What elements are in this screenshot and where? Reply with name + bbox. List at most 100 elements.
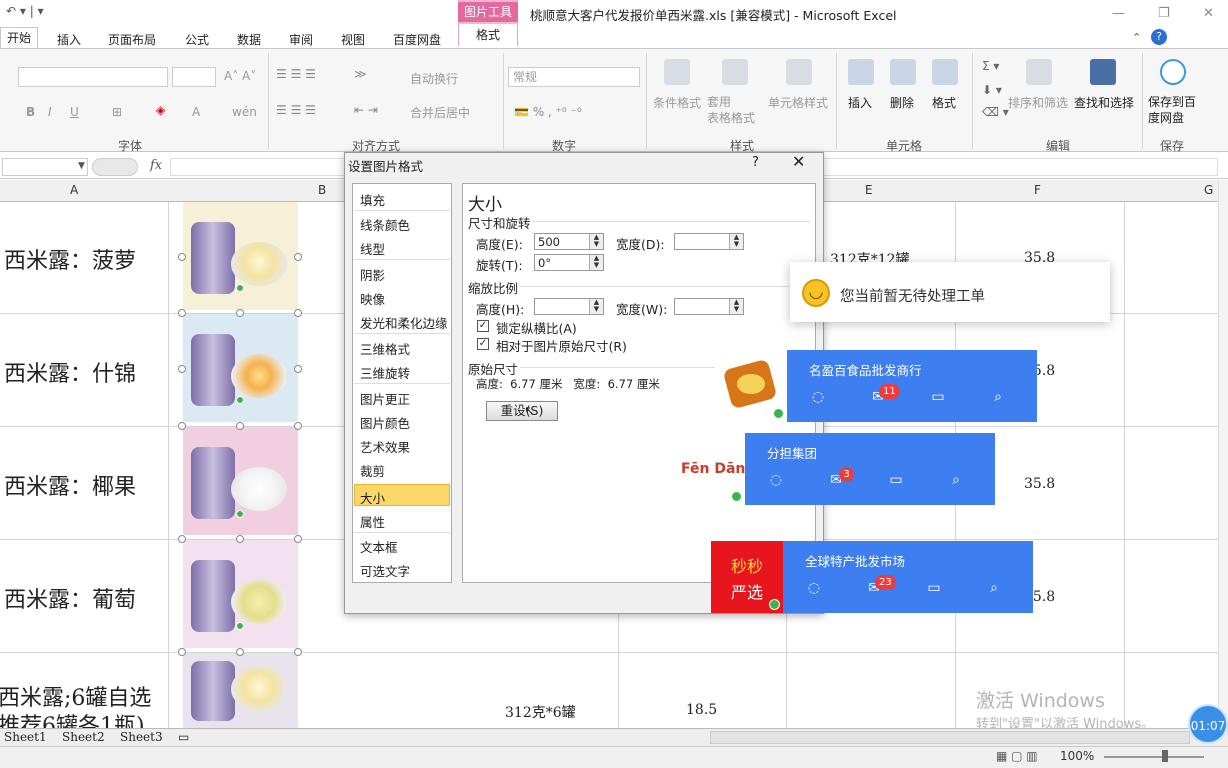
phonetic-icon[interactable]: wén xyxy=(232,105,257,119)
tab-insert[interactable]: 插入 xyxy=(57,31,81,48)
number-format-box[interactable]: 常规 xyxy=(508,67,640,87)
cell-c-row5[interactable]: 312克*6罐 xyxy=(505,702,576,722)
align-top-icon[interactable]: ☰ ☰ ☰ xyxy=(276,67,316,81)
tab-baidu[interactable]: 百度网盘 xyxy=(393,31,441,48)
merge-center-button[interactable]: 合并后居中 xyxy=(410,104,470,121)
autosum-icon[interactable]: Σ ▾ xyxy=(982,59,999,73)
currency-icon[interactable]: 💳 % , ⁺⁰ ⁻⁰ xyxy=(514,105,582,119)
font-name-box[interactable] xyxy=(18,67,168,87)
shop-card-3[interactable]: 秒秒 严选 全球特产批发市场 ◌ ✉ 23 ▭ ⌕ xyxy=(711,541,1033,613)
height-input[interactable]: 500 ▲ ▼ xyxy=(534,233,604,250)
category-3d-format[interactable]: 三维格式 xyxy=(360,339,410,358)
wrap-text-button[interactable]: 自动换行 xyxy=(410,70,458,87)
sheet-tab-2[interactable]: Sheet2 xyxy=(62,730,105,744)
bold-icon[interactable]: B xyxy=(26,105,35,119)
name-box[interactable] xyxy=(2,158,88,176)
dialog-close-icon[interactable]: ✕ xyxy=(792,152,805,171)
col-f-header[interactable]: F xyxy=(1034,183,1041,197)
conditional-format-button[interactable]: 条件格式 xyxy=(653,94,701,111)
col-e-header[interactable]: E xyxy=(865,183,873,197)
product-image-mixed[interactable] xyxy=(183,314,298,422)
save-baidu-button[interactable]: 保存到百 度网盘 xyxy=(1148,94,1196,126)
cell-a-row1[interactable]: 西米露：菠萝 xyxy=(4,243,136,275)
lock-ratio-checkbox[interactable]: ✓ xyxy=(477,320,489,332)
table-format-button[interactable]: 套用 表格格式 xyxy=(707,94,755,126)
col-a-header[interactable]: A xyxy=(70,183,78,197)
underline-icon[interactable]: U xyxy=(70,105,79,119)
store-icon[interactable]: ▭ xyxy=(887,471,905,489)
product-image-pineapple[interactable] xyxy=(183,202,298,310)
help-icon[interactable]: ? xyxy=(1151,29,1167,45)
category-crop[interactable]: 裁剪 xyxy=(360,461,385,480)
rotate-input[interactable]: 0° ▲ ▼ xyxy=(534,254,604,271)
italic-icon[interactable]: I xyxy=(48,105,52,119)
restore-icon[interactable]: ❐ xyxy=(1158,6,1170,21)
category-size[interactable]: 大小 xyxy=(360,488,385,507)
tab-review[interactable]: 审阅 xyxy=(289,31,313,48)
fx-icon[interactable]: fx xyxy=(150,158,162,173)
cell-a-row3[interactable]: 西米露：椰果 xyxy=(4,469,136,501)
relative-original-checkbox[interactable]: ✓ xyxy=(477,338,489,350)
indent-icon[interactable]: ⇤ ⇥ xyxy=(354,103,378,117)
formula-toggle[interactable] xyxy=(92,158,138,176)
insert-cells-button[interactable]: 插入 xyxy=(848,94,872,111)
tab-view[interactable]: 视图 xyxy=(341,31,365,48)
sheet-tab-3[interactable]: Sheet3 xyxy=(120,730,163,744)
cell-f-row3[interactable]: 35.8 xyxy=(1024,476,1055,492)
reset-button[interactable]: 重设(S) xyxy=(486,401,558,421)
horizontal-scrollbar[interactable] xyxy=(710,731,1190,744)
store-icon[interactable]: ▭ xyxy=(929,388,947,406)
category-glow[interactable]: 发光和柔化边缘 xyxy=(360,313,448,332)
format-cells-button[interactable]: 格式 xyxy=(932,94,956,111)
category-text-box[interactable]: 文本框 xyxy=(360,537,398,556)
sort-filter-button[interactable]: 排序和筛选 xyxy=(1008,94,1068,111)
store-icon[interactable]: ▭ xyxy=(925,579,943,597)
category-picture-color[interactable]: 图片颜色 xyxy=(360,413,410,432)
name-box-dropdown-icon[interactable]: ▼ xyxy=(78,161,85,171)
zoom-thumb[interactable] xyxy=(1162,750,1168,762)
orientation-icon[interactable]: ≫ xyxy=(354,67,367,81)
category-3d-rotation[interactable]: 三维旋转 xyxy=(360,363,410,382)
ribbon-collapse-icon[interactable]: ⌃ xyxy=(1132,31,1141,44)
shop-card-2[interactable]: Fēn Dān 分担集团 ◌ ✉ 3 ▭ ⌕ xyxy=(673,433,995,505)
vertical-scrollbar[interactable] xyxy=(1218,180,1228,728)
zoom-level[interactable]: 100% xyxy=(1060,749,1094,763)
tab-home[interactable]: 开始 xyxy=(0,27,38,48)
clear-icon[interactable]: ⌫ ▾ xyxy=(982,105,1009,119)
new-sheet-icon[interactable]: ▭ xyxy=(178,730,189,744)
scale-height-input[interactable]: ▲ ▼ xyxy=(534,298,604,315)
border-icon[interactable]: ⊞ xyxy=(112,105,122,119)
font-size-box[interactable] xyxy=(172,67,216,87)
tab-page-layout[interactable]: 页面布局 xyxy=(108,31,156,48)
fill-color-icon[interactable]: ◈ xyxy=(156,103,165,117)
delete-cells-button[interactable]: 删除 xyxy=(890,94,914,111)
category-picture-corrections[interactable]: 图片更正 xyxy=(360,389,410,408)
font-color-icon[interactable]: A xyxy=(192,105,200,119)
cell-d-row5[interactable]: 18.5 xyxy=(686,702,717,718)
scale-width-input[interactable]: ▲ ▼ xyxy=(674,298,744,315)
sheet-tab-1[interactable]: Sheet1 xyxy=(4,730,47,744)
history-icon[interactable]: ◌ xyxy=(809,388,827,406)
cell-a-row4[interactable]: 西米露：葡萄 xyxy=(4,582,136,614)
product-image-grape[interactable] xyxy=(183,540,298,648)
search-icon[interactable]: ⌕ xyxy=(947,471,965,489)
search-icon[interactable]: ⌕ xyxy=(989,388,1007,406)
category-properties[interactable]: 属性 xyxy=(360,512,385,531)
find-select-button[interactable]: 查找和选择 xyxy=(1074,94,1134,111)
category-reflection[interactable]: 映像 xyxy=(360,289,385,308)
product-image-set[interactable] xyxy=(183,653,298,728)
tab-formulas[interactable]: 公式 xyxy=(185,31,209,48)
view-mode-icons[interactable]: ▦ ▢ ▥ xyxy=(996,749,1038,763)
category-alt-text[interactable]: 可选文字 xyxy=(360,561,410,580)
product-image-coconut[interactable] xyxy=(183,427,298,535)
category-artistic-effects[interactable]: 艺术效果 xyxy=(360,437,410,456)
category-fill[interactable]: 填充 xyxy=(360,190,385,209)
cell-style-button[interactable]: 单元格样式 xyxy=(768,94,828,111)
cell-a-row2[interactable]: 西米露：什锦 xyxy=(4,356,136,388)
category-line-color[interactable]: 线条颜色 xyxy=(360,215,410,234)
col-b-header[interactable]: B xyxy=(318,183,326,197)
zoom-slider[interactable] xyxy=(1104,756,1204,758)
history-icon[interactable]: ◌ xyxy=(805,579,823,597)
quick-access-toolbar[interactable]: ↶ ▾ | ▾ xyxy=(6,4,44,18)
category-line-style[interactable]: 线型 xyxy=(360,239,385,258)
